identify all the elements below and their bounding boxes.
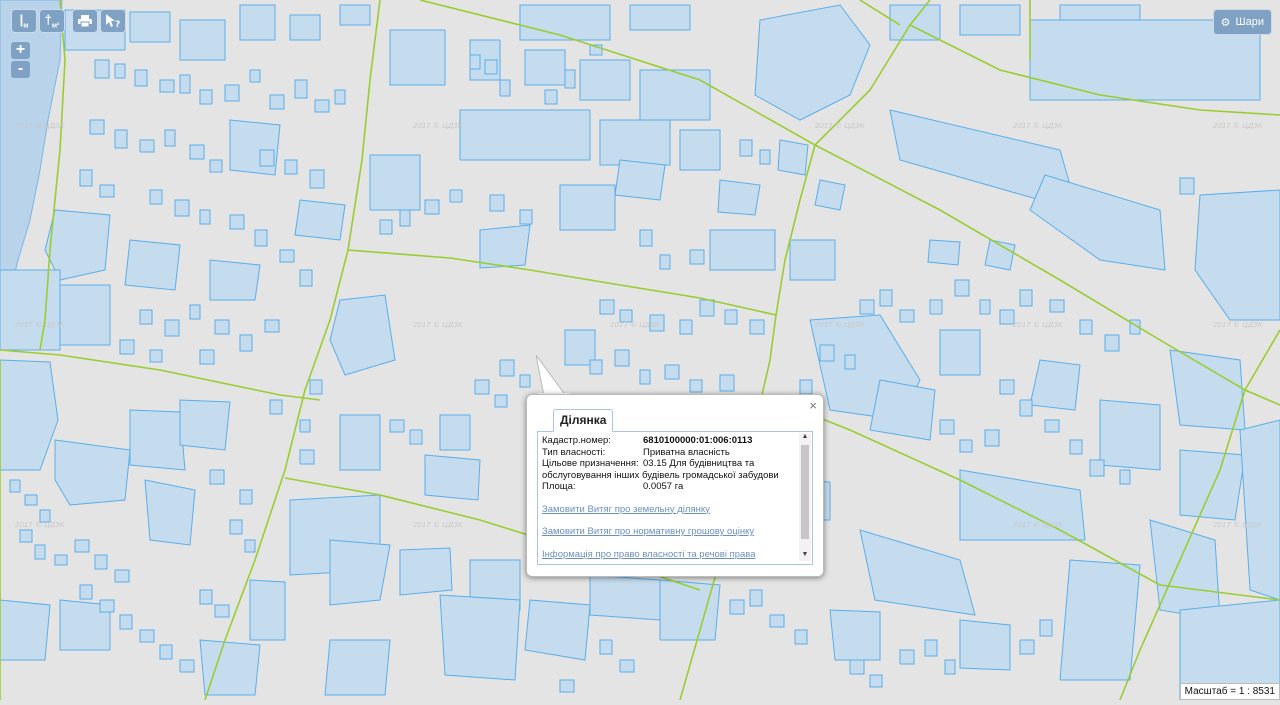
scroll-thumb[interactable] — [801, 445, 809, 539]
cadastral-label: Кадастр.номер: — [542, 435, 611, 446]
gear-icon: ⚙ — [1220, 16, 1231, 29]
layers-button[interactable]: ⚙ Шари — [1212, 9, 1272, 35]
watermark: 2017 © ЦДЗК — [15, 321, 66, 329]
purpose-continuation: обслуговування інших будівель громадсько… — [542, 469, 779, 481]
ruler-button[interactable]: |м — [11, 9, 37, 33]
purpose-continuation-row: обслуговування інших будівель громадсько… — [542, 470, 798, 482]
area-label: Площа: — [542, 481, 576, 492]
area-measure-icon: †м² — [44, 12, 60, 30]
popup-tabs: Ділянка — [537, 409, 813, 432]
popup-scrollbar[interactable]: ▲ ▼ — [799, 433, 811, 561]
watermark: 2017 © ЦДЗК — [815, 321, 866, 329]
identify-button[interactable]: ? — [100, 9, 126, 33]
order-land-extract-link[interactable]: Замовити Витяг про земельну ділянку — [542, 504, 798, 516]
watermark: 2017 © ЦДЗК — [15, 521, 66, 529]
watermark: 2017 © ЦДЗК — [1013, 122, 1064, 130]
parcel-details: Кадастр.номер: 6810100000:01:006:0113 Ти… — [542, 435, 798, 560]
area-measure-button[interactable]: †м² — [39, 9, 65, 33]
purpose-label: Цільове призначення: — [542, 458, 639, 469]
parcel-info-popup: × Ділянка Кадастр.номер: 6810100000:01:0… — [526, 394, 824, 577]
popup-content[interactable]: Кадастр.номер: 6810100000:01:006:0113 Ти… — [537, 431, 813, 565]
watermark: 2017 © ЦДЗК — [1213, 521, 1264, 529]
tab-parcel[interactable]: Ділянка — [553, 409, 614, 432]
print-icon — [78, 15, 92, 27]
svg-text:?: ? — [115, 20, 120, 28]
purpose-value: 03.15 Для будівництва та — [643, 458, 755, 469]
layers-button-label: Шари — [1235, 16, 1264, 28]
zoom-out-button[interactable]: - — [11, 61, 30, 78]
identify-cursor-icon: ? — [106, 14, 120, 28]
scroll-up-icon[interactable]: ▲ — [799, 433, 811, 443]
watermark: 2017 © ЦДЗК — [1213, 122, 1264, 130]
ownership-value: Приватна власність — [643, 446, 730, 458]
watermark: 2017 © ЦДЗК — [815, 122, 866, 130]
order-valuation-extract-link[interactable]: Замовити Витяг про нормативну грошову оц… — [542, 526, 798, 538]
scale-indicator: Масштаб = 1 : 8531 — [1179, 683, 1280, 700]
popup-pointer — [536, 355, 570, 396]
area-value: 0.0057 га — [643, 481, 684, 492]
measure-tools: |м †м² — [11, 9, 65, 33]
watermark: 2017 © ЦДЗК — [413, 122, 464, 130]
watermark: 2017 © ЦДЗК — [413, 321, 464, 329]
map-canvas[interactable]: 2017 © ЦДЗК 2017 © ЦДЗК 2017 © ЦДЗК 2017… — [0, 0, 1280, 701]
watermark: 2017 © ЦДЗК — [610, 321, 661, 329]
watermark: 2017 © ЦДЗК — [1213, 321, 1264, 329]
cadastral-row: Кадастр.номер: 6810100000:01:006:0113 — [542, 435, 798, 447]
scroll-down-icon[interactable]: ▼ — [799, 551, 811, 561]
utility-tools: ? — [72, 9, 126, 33]
watermark: 2017 © ЦДЗК — [15, 122, 66, 130]
ownership-rights-link[interactable]: Інформація про право власності та речові… — [542, 549, 798, 561]
watermark: 2017 © ЦДЗК — [413, 521, 464, 529]
purpose-row: Цільове призначення: 03.15 Для будівницт… — [542, 458, 798, 470]
ownership-label: Тип власності: — [542, 446, 606, 458]
area-row: Площа: 0.0057 га — [542, 481, 798, 493]
ruler-icon: |м — [19, 12, 29, 30]
ownership-row: Тип власності: Приватна власність — [542, 447, 798, 459]
print-button[interactable] — [72, 9, 98, 33]
watermark: 2017 © ЦДЗК — [1013, 321, 1064, 329]
watermark: 2017 © ЦДЗК — [1013, 521, 1064, 529]
cadastral-map[interactable]: 2017 © ЦДЗК 2017 © ЦДЗК 2017 © ЦДЗК 2017… — [0, 0, 1280, 701]
zoom-in-button[interactable]: + — [11, 42, 30, 59]
cadastral-value: 6810100000:01:006:0113 — [643, 435, 753, 446]
